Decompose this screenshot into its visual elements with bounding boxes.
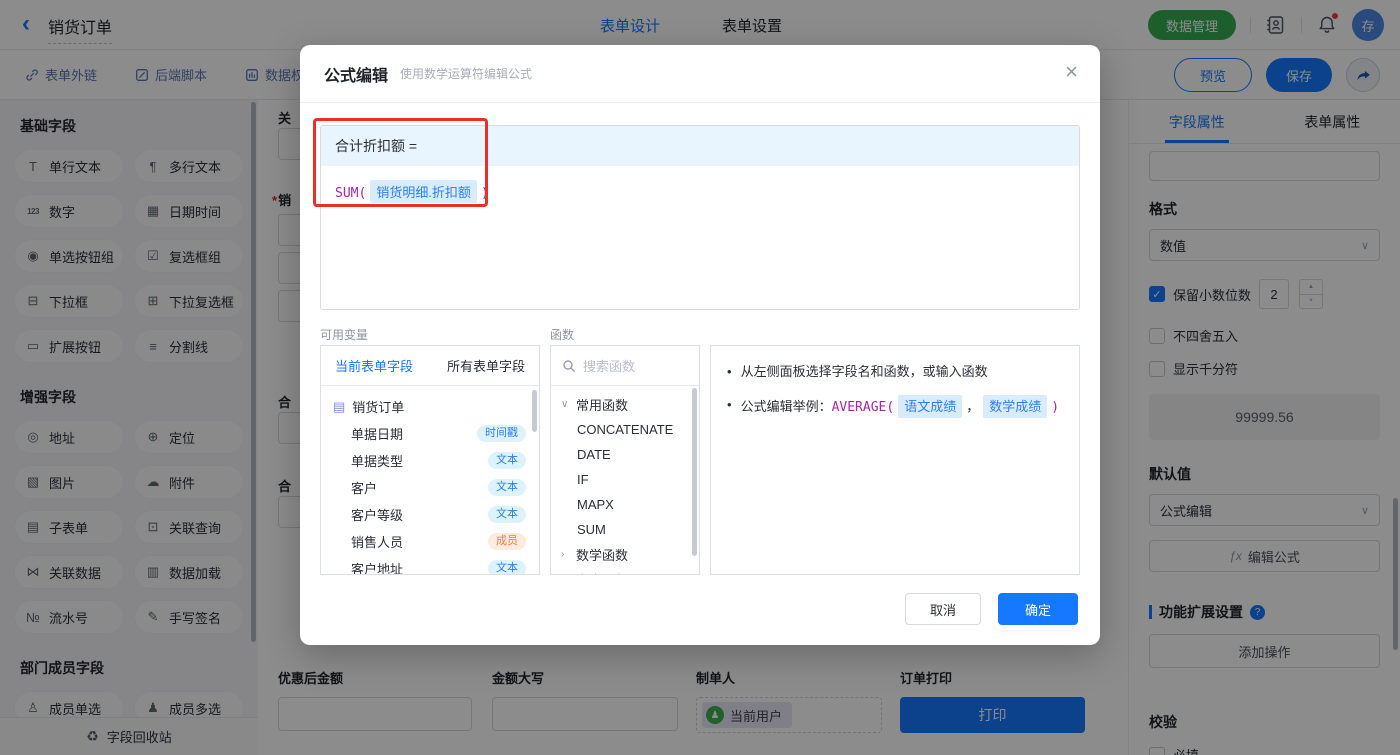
formula-target: 合计折扣额 = bbox=[321, 126, 1079, 166]
help-example: • 公式编辑举例：AVERAGE(语文成绩，数学成绩) bbox=[727, 395, 1063, 419]
dialog-header: 公式编辑 使用数学运算符编辑公式 bbox=[300, 45, 1100, 103]
field-token[interactable]: 销货明细.折扣额 bbox=[370, 180, 477, 203]
variables-tabs: 当前表单字段 所有表单字段 bbox=[321, 346, 539, 386]
variable-field[interactable]: 客户等级文本 bbox=[321, 501, 539, 528]
functions-label: 函数 bbox=[550, 326, 574, 343]
function-group-text[interactable]: › 文本函数 bbox=[551, 567, 699, 575]
help-panel: • 从左侧面板选择字段名和函数，或输入函数 • 公式编辑举例：AVERAGE(语… bbox=[710, 345, 1080, 575]
closing-paren: ) bbox=[481, 186, 489, 201]
type-badge: 文本 bbox=[488, 479, 526, 496]
example-token: 语文成绩 bbox=[898, 395, 962, 419]
functions-scrollbar[interactable] bbox=[692, 388, 697, 556]
formula-editor-area[interactable]: 合计折扣额 = SUM( 销货明细.折扣额) bbox=[320, 125, 1080, 310]
document-icon: ▤ bbox=[333, 399, 345, 415]
example-token: 数学成绩 bbox=[983, 395, 1047, 419]
formula-expression[interactable]: SUM( 销货明细.折扣额) bbox=[321, 166, 1079, 217]
function-group-common[interactable]: ∨ 常用函数 bbox=[551, 392, 699, 417]
dialog-title: 公式编辑 bbox=[324, 62, 388, 86]
cancel-button[interactable]: 取消 bbox=[905, 593, 981, 625]
function-item[interactable]: DATE bbox=[551, 442, 699, 467]
tab-all-form-fields[interactable]: 所有表单字段 bbox=[447, 356, 525, 375]
variable-field[interactable]: 客户文本 bbox=[321, 474, 539, 501]
dialog-subtitle: 使用数学运算符编辑公式 bbox=[400, 65, 532, 82]
function-group-math[interactable]: › 数学函数 bbox=[551, 542, 699, 567]
variables-panel: 当前表单字段 所有表单字段 ▤ 销货订单 单据日期时间戳 单据类型文本 客户文本 bbox=[320, 345, 540, 575]
close-icon[interactable]: × bbox=[1065, 61, 1078, 83]
functions-list: ∨ 常用函数 CONCATENATE DATE IF MAPX SUM › 数学… bbox=[551, 386, 699, 575]
variable-field[interactable]: 单据类型文本 bbox=[321, 447, 539, 474]
function-search[interactable]: 搜索函数 bbox=[551, 346, 699, 386]
function-item[interactable]: CONCATENATE bbox=[551, 417, 699, 442]
type-badge: 文本 bbox=[488, 506, 526, 523]
variables-scrollbar[interactable] bbox=[532, 390, 537, 432]
variable-field[interactable]: 销售人员成员 bbox=[321, 528, 539, 555]
function-item[interactable]: IF bbox=[551, 467, 699, 492]
functions-panel: 搜索函数 ∨ 常用函数 CONCATENATE DATE IF MAPX SUM… bbox=[550, 345, 700, 575]
variable-field[interactable]: 客户地址文本 bbox=[321, 555, 539, 575]
function-item[interactable]: SUM bbox=[551, 517, 699, 542]
help-tip: • 从左侧面板选择字段名和函数，或输入函数 bbox=[727, 362, 1063, 382]
tab-current-form-fields[interactable]: 当前表单字段 bbox=[335, 356, 413, 375]
type-badge: 文本 bbox=[488, 560, 526, 575]
type-badge: 文本 bbox=[488, 452, 526, 469]
search-placeholder: 搜索函数 bbox=[583, 356, 635, 375]
search-icon bbox=[562, 359, 576, 373]
function-item[interactable]: MAPX bbox=[551, 492, 699, 517]
example-function: AVERAGE( bbox=[832, 400, 895, 415]
type-badge: 成员 bbox=[488, 533, 526, 550]
variable-field[interactable]: 单据日期时间戳 bbox=[321, 420, 539, 447]
function-name: SUM( bbox=[335, 186, 366, 201]
variables-list: ▤ 销货订单 单据日期时间戳 单据类型文本 客户文本 客户等级文本 销售人员成员 bbox=[321, 386, 539, 575]
formula-editor-dialog: 公式编辑 使用数学运算符编辑公式 × 合计折扣额 = SUM( 销货明细.折扣额)… bbox=[300, 45, 1100, 645]
form-node[interactable]: ▤ 销货订单 bbox=[321, 393, 539, 420]
dialog-footer: 取消 确定 bbox=[905, 593, 1078, 625]
chevron-down-icon: ∨ bbox=[561, 399, 570, 410]
app-window: ‹ 销货订单 表单设计 表单设置 数据管理 bbox=[0, 0, 1400, 755]
chevron-right-icon: › bbox=[561, 574, 570, 575]
type-badge: 时间戳 bbox=[477, 425, 526, 442]
confirm-button[interactable]: 确定 bbox=[998, 593, 1078, 625]
chevron-right-icon: › bbox=[561, 549, 570, 560]
variables-label: 可用变量 bbox=[320, 326, 368, 343]
